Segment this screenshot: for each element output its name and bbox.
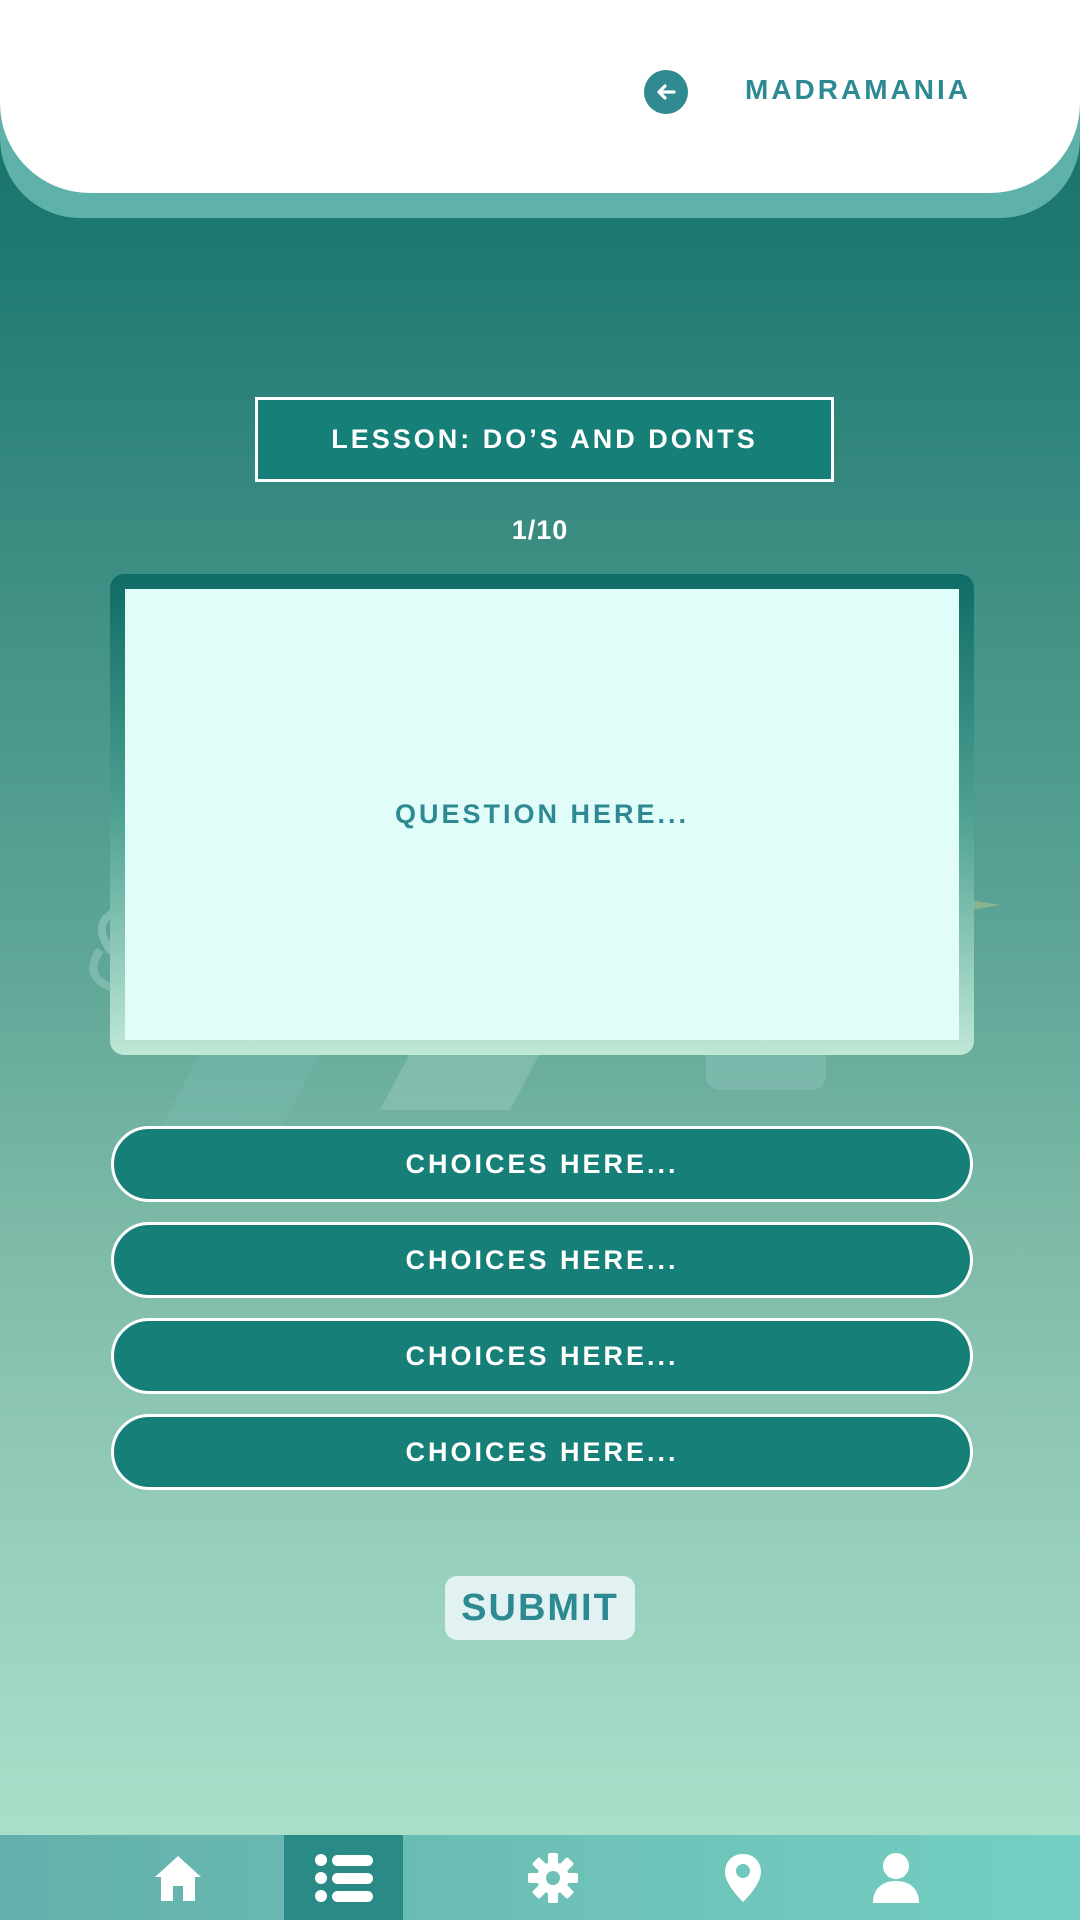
lesson-title-box: LESSON: DO’S AND DONTS xyxy=(255,397,834,482)
choice-button-4[interactable]: CHOICES HERE... xyxy=(111,1414,973,1490)
location-pin-icon xyxy=(724,1853,761,1902)
choice-label: CHOICES HERE... xyxy=(405,1148,679,1179)
nav-location[interactable] xyxy=(700,1835,785,1920)
lesson-title: LESSON: DO’S AND DONTS xyxy=(331,424,758,454)
arrow-left-icon xyxy=(657,84,676,100)
list-icon xyxy=(314,1853,373,1902)
back-button[interactable] xyxy=(644,70,688,114)
choice-label: CHOICES HERE... xyxy=(405,1436,679,1467)
question-text: QUESTION HERE... xyxy=(394,799,690,829)
choice-button-2[interactable]: CHOICES HERE... xyxy=(111,1222,973,1298)
gear-icon xyxy=(527,1852,578,1903)
submit-label: SUBMIT xyxy=(461,1586,619,1629)
submit-button[interactable]: SUBMIT xyxy=(445,1576,635,1640)
nav-settings[interactable] xyxy=(510,1835,595,1920)
choice-label: CHOICES HERE... xyxy=(405,1244,679,1275)
choice-label: CHOICES HERE... xyxy=(405,1340,679,1371)
home-icon xyxy=(154,1855,201,1901)
choice-button-3[interactable]: CHOICES HERE... xyxy=(111,1318,973,1394)
question-card: QUESTION HERE... xyxy=(125,589,959,1040)
nav-list[interactable] xyxy=(284,1835,403,1920)
bottom-navigation xyxy=(0,1835,1080,1920)
user-icon xyxy=(872,1852,919,1903)
question-progress: 1/10 xyxy=(511,515,569,545)
app-brand-title: MADRAMANIA xyxy=(745,74,971,105)
choice-button-1[interactable]: CHOICES HERE... xyxy=(111,1126,973,1202)
app-header: MADRAMANIA xyxy=(0,0,1080,193)
nav-profile[interactable] xyxy=(853,1835,938,1920)
nav-home[interactable] xyxy=(135,1835,220,1920)
